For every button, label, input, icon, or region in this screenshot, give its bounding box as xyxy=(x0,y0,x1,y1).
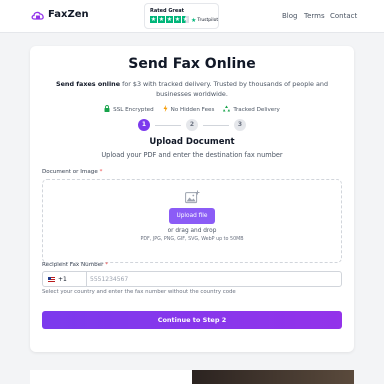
star-icon: ★ xyxy=(174,16,181,23)
feature-label: Tracked Delivery xyxy=(233,106,280,113)
page-title: Send Fax Online xyxy=(128,56,256,72)
page-subtitle: Send faxes online for $3 with tracked de… xyxy=(54,79,330,99)
section-photo xyxy=(192,370,354,384)
step-connector xyxy=(203,125,229,126)
star-half-icon: ★ xyxy=(182,16,189,23)
logo-text: FaxZen xyxy=(48,9,89,20)
star-icon: ★ xyxy=(166,16,173,23)
step-1: 1 xyxy=(138,119,150,131)
fax-cloud-icon xyxy=(31,10,45,21)
feature-list: SSL Encrypted No Hidden Fees Tracked Del… xyxy=(30,105,354,114)
step-3: 3 xyxy=(234,119,246,131)
required-mark: * xyxy=(105,262,109,268)
trustpilot-brand-text: Trustpilot xyxy=(197,18,219,23)
fax-label-text: Recipient Fax Number xyxy=(42,262,104,268)
feature-tracked: Tracked Delivery xyxy=(223,105,280,114)
trustpilot-badge[interactable]: Rated Great ★ ★ ★ ★ ★ ★ Trustpilot xyxy=(144,3,219,29)
feature-label: No Hidden Fees xyxy=(170,106,215,113)
feature-label: SSL Encrypted xyxy=(113,106,154,113)
step-connector xyxy=(155,125,181,126)
nav-terms[interactable]: Terms xyxy=(304,12,325,20)
document-label-text: Document or Image xyxy=(42,169,98,175)
logo-link[interactable]: FaxZen xyxy=(31,9,89,21)
step-indicator: 1 2 3 xyxy=(138,119,246,133)
upload-file-button[interactable]: Upload file xyxy=(169,208,215,224)
trustpilot-stars: ★ ★ ★ ★ ★ xyxy=(150,16,189,23)
step-2: 2 xyxy=(186,119,198,131)
fax-number-field: +1 xyxy=(42,271,342,287)
nav-contact[interactable]: Contact xyxy=(330,12,357,20)
us-flag-icon xyxy=(48,276,55,282)
send-fax-card: Send Fax Online Send faxes online for $3… xyxy=(30,46,354,352)
feature-fees: No Hidden Fees xyxy=(163,105,215,114)
trustpilot-rating-text: Rated Great xyxy=(150,8,185,14)
subtitle-rest: for $3 with tracked delivery. Trusted by… xyxy=(120,80,329,98)
document-label: Document or Image * xyxy=(42,169,102,175)
fax-number-label: Recipient Fax Number * xyxy=(42,262,108,268)
file-dropzone[interactable]: Upload file or drag and drop PDF, JPG, P… xyxy=(42,179,342,263)
trustpilot-logo: ★ Trustpilot xyxy=(191,17,218,24)
nav-blog[interactable]: Blog xyxy=(282,12,297,20)
upload-title: Upload Document xyxy=(149,137,235,147)
file-types-text: PDF, JPG, PNG, GIF, SVG, WebP up to 50MB xyxy=(140,237,244,242)
recycle-icon xyxy=(223,105,231,114)
required-mark: * xyxy=(99,169,103,175)
star-icon: ★ xyxy=(158,16,165,23)
lock-icon xyxy=(104,105,110,114)
continue-button[interactable]: Continue to Step 2 xyxy=(42,311,342,329)
lightning-icon xyxy=(163,105,168,114)
site-header: FaxZen Rated Great ★ ★ ★ ★ ★ ★ Trustpilo… xyxy=(0,0,384,33)
star-icon: ★ xyxy=(150,16,157,23)
add-image-icon xyxy=(185,189,200,208)
fax-number-input[interactable] xyxy=(90,272,340,286)
upload-subtitle: Upload your PDF and enter the destinatio… xyxy=(101,151,283,159)
subtitle-bold: Send faxes online xyxy=(55,80,121,88)
trustpilot-star-icon: ★ xyxy=(191,17,197,24)
country-code-select[interactable]: +1 xyxy=(43,272,87,286)
fax-number-help: Select your country and enter the fax nu… xyxy=(42,289,236,295)
feature-ssl: SSL Encrypted xyxy=(104,105,154,114)
country-code: +1 xyxy=(58,275,67,283)
drag-drop-text: or drag and drop xyxy=(167,228,217,234)
